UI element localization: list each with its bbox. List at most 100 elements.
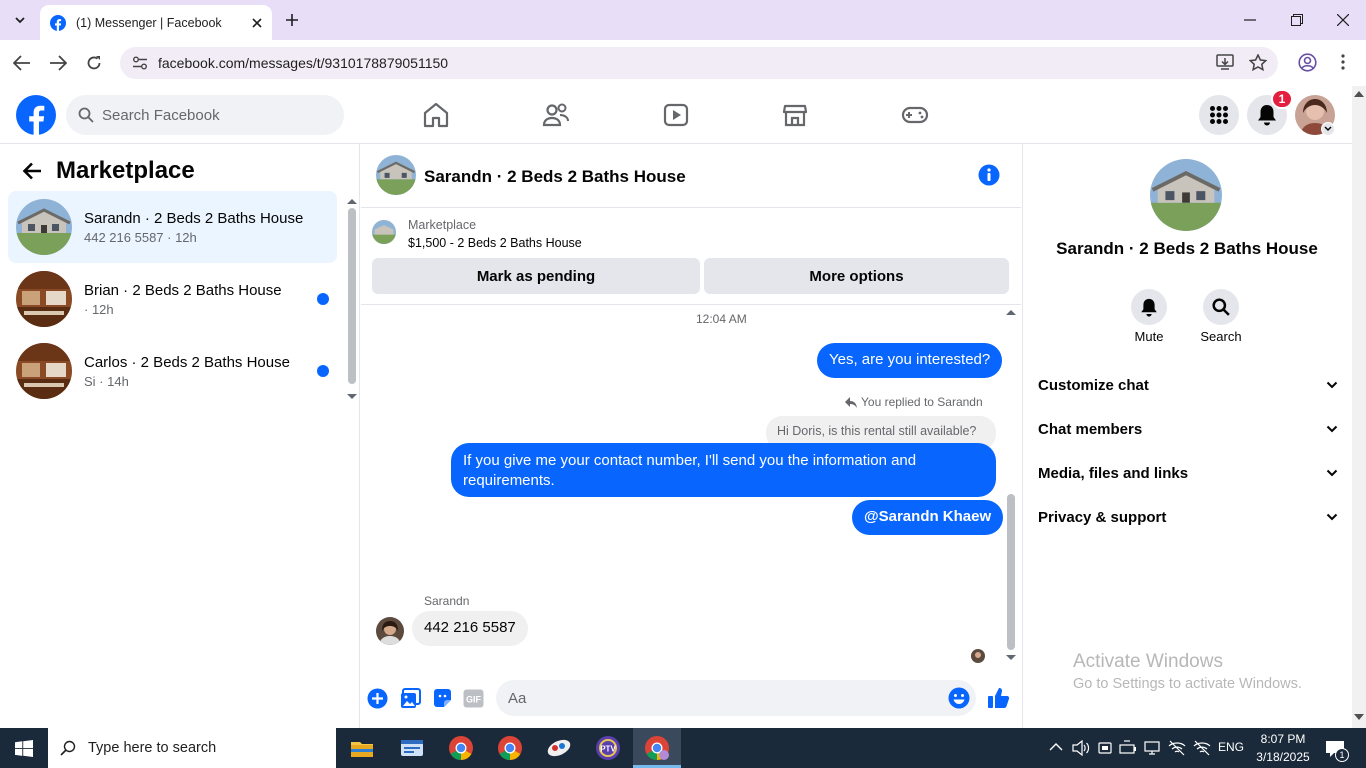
listing-divider [361,304,1021,305]
url-text: facebook.com/messages/t/9310178879051150 [158,55,449,71]
browser-menu-icon[interactable] [1340,54,1346,70]
install-app-icon[interactable] [1216,54,1234,71]
section-media-files-links[interactable]: Media, files and links [1038,461,1338,485]
wifi-off-icon[interactable] [1168,740,1186,756]
windows-start-icon[interactable] [15,740,33,757]
chat-scrollbar-thumb[interactable] [1007,494,1015,650]
search-in-conversation-button[interactable] [1203,289,1239,325]
conversation-preview: 442 216 5587 · 12h [84,229,197,245]
network-icon[interactable] [1144,740,1162,756]
chrome-icon[interactable] [447,734,475,762]
chat-scroll-down-icon[interactable] [1006,655,1016,661]
notification-badge: 1 [1271,89,1293,109]
chat-scroll-up-icon[interactable] [1006,309,1016,315]
chevron-down-icon [1326,425,1338,433]
mark-as-pending-button[interactable]: Mark as pending [372,258,700,294]
more-actions-plus-icon[interactable] [367,688,388,709]
chrome-profile-icon[interactable] [496,734,524,762]
svg-text:PTV: PTV [600,745,616,754]
window-restore-icon[interactable] [1291,14,1303,26]
section-chat-members[interactable]: Chat members [1038,417,1338,441]
new-tab-plus-icon[interactable] [284,12,300,28]
app-window-icon[interactable] [398,734,426,762]
details-name: Sarandn · 2 Beds 2 Baths House [1056,239,1318,258]
account-chevron-icon[interactable] [1321,122,1335,136]
unread-dot [317,293,329,305]
search-placeholder: Search Facebook [102,106,220,124]
nav-home-icon[interactable] [421,100,451,130]
attach-photo-icon[interactable] [400,688,421,709]
pinned-app-icon[interactable] [545,734,573,762]
taskbar-time[interactable]: 8:07 PM [1253,732,1313,746]
conversation-preview: Si · 14h [84,373,129,389]
facebook-logo-icon[interactable] [16,95,56,135]
message-input[interactable]: Aa [496,680,976,716]
tray-chevron-up-icon[interactable] [1049,742,1063,751]
page-scrollbar[interactable] [1352,86,1366,728]
bookmark-star-icon[interactable] [1249,54,1267,71]
more-options-button[interactable]: More options [704,258,1009,294]
list-scroll-up-icon[interactable] [347,198,357,204]
tab-search-chevron-icon[interactable] [8,8,32,32]
facebook-search-input[interactable]: Search Facebook [66,95,344,135]
site-settings-icon[interactable] [132,56,148,70]
reload-icon[interactable] [86,55,102,71]
emoji-icon[interactable] [948,687,970,709]
outgoing-message[interactable]: Yes, are you interested? [817,343,1003,378]
section-privacy-support[interactable]: Privacy & support [1038,505,1338,529]
menu-grid-button[interactable] [1199,95,1239,135]
facebook-favicon-icon [50,14,66,31]
window-close-icon[interactable] [1337,14,1349,26]
conversation-info-icon[interactable] [978,164,1000,186]
outgoing-message[interactable]: If you give me your contact number, I'll… [451,443,996,497]
search-icon [78,107,94,123]
browser-tab-messenger[interactable]: (1) Messenger | Facebook [40,5,272,40]
window-minimize-icon[interactable] [1244,19,1256,21]
taskbar-search-box[interactable]: Type here to search [48,728,336,768]
conversation-item-brian[interactable]: Brian · 2 Beds 2 Baths House · 12h [8,263,337,335]
details-avatar[interactable] [1150,159,1222,231]
conversation-item-carlos[interactable]: Carlos · 2 Beds 2 Baths House Si · 14h [8,335,337,407]
nav-video-icon[interactable] [661,100,691,130]
mute-button[interactable] [1131,289,1167,325]
language-indicator[interactable]: ENG [1218,740,1244,754]
back-to-chats-icon[interactable] [22,162,42,180]
nav-marketplace-icon[interactable] [780,100,810,130]
tab-close-icon[interactable] [252,17,262,28]
active-app-highlight[interactable] [633,728,681,768]
section-customize-chat[interactable]: Customize chat [1038,373,1338,397]
profile-icon[interactable] [1298,53,1317,72]
wifi-icon[interactable] [1193,740,1211,756]
kitchen-thumbnail [16,343,72,399]
meet-now-icon[interactable] [1098,740,1112,756]
back-arrow-icon[interactable] [13,55,31,71]
outgoing-mention-message[interactable]: @Sarandn Khaew [852,500,1004,535]
volume-icon[interactable] [1072,740,1090,756]
activate-windows-subtitle: Go to Settings to activate Windows. [1073,676,1302,692]
incoming-message[interactable]: 442 216 5587 [412,611,528,646]
file-explorer-icon[interactable] [348,734,376,762]
nav-gaming-icon[interactable] [900,100,930,130]
taskbar-date[interactable]: 3/18/2025 [1253,750,1313,764]
incoming-sender-name: Sarandn [424,594,470,608]
conversation-item-sarandn[interactable]: Sarandn · 2 Beds 2 Baths House 442 216 5… [8,191,337,263]
sticker-icon[interactable] [432,688,453,709]
message-input-placeholder: Aa [508,689,527,707]
address-bar[interactable]: facebook.com/messages/t/9310178879051150 [120,47,1278,79]
page-scroll-up-icon[interactable] [1354,90,1364,97]
forward-arrow-icon[interactable] [49,55,67,71]
list-scrollbar-thumb[interactable] [348,208,356,384]
section-label: Customize chat [1038,376,1149,394]
chat-header-avatar[interactable] [376,155,416,195]
page-scroll-down-icon[interactable] [1354,714,1364,721]
list-scroll-down-icon[interactable] [347,394,357,400]
battery-icon[interactable] [1119,740,1137,756]
gif-icon[interactable]: GIF [463,689,484,708]
listing-description[interactable]: $1,500 - 2 Beds 2 Baths House [408,236,582,250]
like-thumbs-up-icon[interactable] [987,686,1011,710]
listing-thumbnail[interactable] [372,220,396,244]
pinned-app-icon-2[interactable]: PTV [594,734,622,762]
chat-header-title[interactable]: Sarandn · 2 Beds 2 Baths House [424,167,686,187]
nav-friends-icon[interactable] [541,100,571,130]
sender-avatar[interactable] [376,617,404,645]
